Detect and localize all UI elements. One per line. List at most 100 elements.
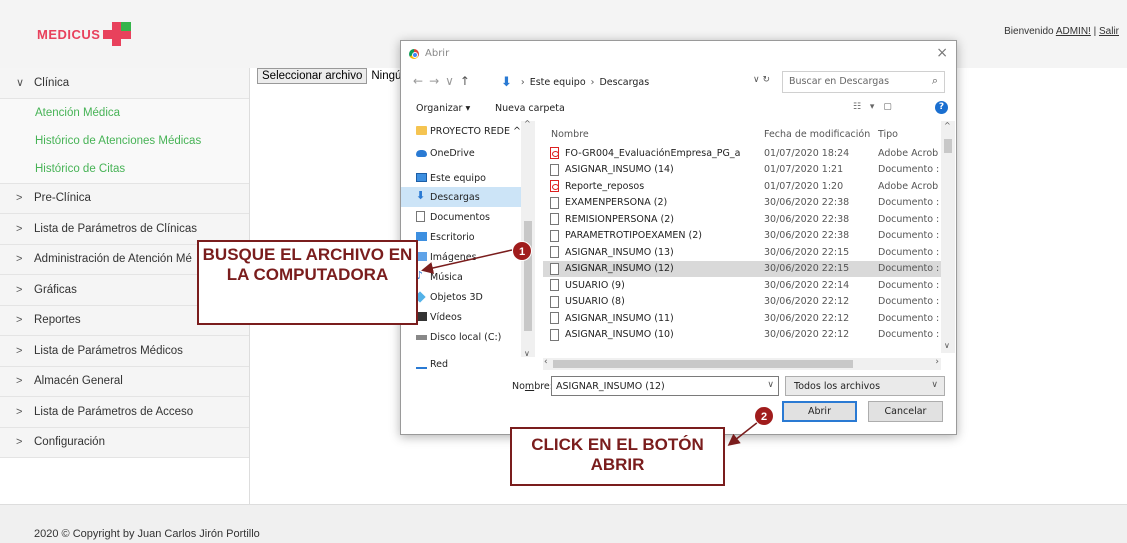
nav-item-label: Vídeos bbox=[430, 311, 462, 323]
filename-input[interactable]: ASIGNAR_INSUMO (12) ∨ bbox=[551, 376, 779, 396]
user-link[interactable]: ADMIN! bbox=[1056, 26, 1091, 37]
scroll-up-icon[interactable]: ^ bbox=[524, 119, 531, 128]
scroll-thumb[interactable] bbox=[524, 221, 532, 331]
sidebar-item-label: Gráficas bbox=[34, 283, 77, 296]
file-type: Documento : bbox=[878, 213, 940, 225]
file-row[interactable]: ASIGNAR_INSUMO (10) 30/06/2020 22:12 Docum… bbox=[543, 327, 943, 344]
forward-arrow-icon[interactable]: → bbox=[429, 74, 445, 88]
file-row[interactable]: USUARIO (8) 30/06/2020 22:12 Documento : bbox=[543, 294, 943, 311]
file-row[interactable]: ASIGNAR_INSUMO (13) 30/06/2020 22:15 Docum… bbox=[543, 244, 943, 261]
scroll-left-icon[interactable]: ‹ bbox=[544, 357, 548, 367]
file-row[interactable]: REMISIONPERSONA (2) 30/06/2020 22:38 Docum… bbox=[543, 211, 943, 228]
sidebar-item-parametros-medicos[interactable]: > Lista de Parámetros Médicos bbox=[0, 336, 249, 367]
sidebar-item-label: Administración de Atención Mé bbox=[34, 253, 192, 266]
nav-item-objetos-3d[interactable]: Objetos 3D bbox=[401, 287, 521, 307]
search-input[interactable]: Buscar en Descargas ⌕ bbox=[782, 71, 945, 93]
submenu-item-atencion-medica[interactable]: Atención Médica bbox=[0, 99, 249, 127]
document-file-icon bbox=[550, 295, 559, 308]
nav-scrollbar[interactable]: ^ ∨ bbox=[521, 119, 535, 358]
breadcrumb-descargas[interactable]: Descargas bbox=[599, 77, 649, 88]
callout-click-open: CLICK EN EL BOTÓN ABRIR bbox=[510, 427, 725, 486]
nav-item-musica[interactable]: ♪ Música bbox=[401, 267, 521, 287]
file-type: Documento : bbox=[878, 329, 940, 341]
nav-arrows: ←→∨↑ bbox=[413, 74, 476, 88]
sidebar-item-parametros-acceso[interactable]: > Lista de Parámetros de Acceso bbox=[0, 397, 249, 428]
new-folder-button[interactable]: Nueva carpeta bbox=[495, 103, 565, 114]
network-icon bbox=[416, 367, 427, 369]
nav-item-escritorio[interactable]: Escritorio bbox=[401, 227, 521, 247]
nav-item-label: Escritorio bbox=[430, 231, 475, 243]
file-date: 01/07/2020 1:21 bbox=[764, 164, 844, 176]
address-bar[interactable]: ⬇ › Este equipo › Descargas bbox=[501, 71, 775, 93]
choose-file-button[interactable]: Seleccionar archivo bbox=[257, 68, 368, 84]
recent-chevron-icon[interactable]: ∨ bbox=[445, 74, 460, 88]
file-date: 30/06/2020 22:12 bbox=[764, 296, 850, 308]
scroll-thumb[interactable] bbox=[944, 139, 952, 153]
column-fecha[interactable]: Fecha de modificación bbox=[764, 129, 870, 140]
nav-item-label: Red bbox=[430, 359, 449, 369]
file-row[interactable]: Reporte_reposos 01/07/2020 1:20 Adobe Acro… bbox=[543, 178, 943, 195]
file-row[interactable]: PARAMETROTIPOEXAMEN (2) 30/06/2020 22:38 D… bbox=[543, 228, 943, 245]
nav-item-documentos[interactable]: Documentos bbox=[401, 207, 521, 227]
file-list-hscrollbar[interactable]: ‹ › bbox=[543, 357, 941, 370]
logout-link[interactable]: Salir bbox=[1099, 26, 1119, 37]
footer: 2020 © Copyright by Juan Carlos Jirón Po… bbox=[0, 504, 1127, 543]
view-options-icon[interactable]: ☷ ▾ ▢ bbox=[853, 102, 895, 112]
file-list-header: Nombre Fecha de modificación Tipo bbox=[543, 125, 955, 143]
sidebar-item-configuracion[interactable]: > Configuración bbox=[0, 427, 249, 458]
sidebar-item-almacen-general[interactable]: > Almacén General bbox=[0, 366, 249, 397]
sidebar-item-label: Almacén General bbox=[34, 375, 123, 388]
scroll-right-icon[interactable]: › bbox=[935, 357, 939, 367]
nav-item-este-equipo[interactable]: Este equipo bbox=[401, 168, 521, 188]
medicus-logo[interactable]: MEDICUS bbox=[37, 22, 133, 46]
file-row[interactable]: EXAMENPERSONA (2) 30/06/2020 22:38 Documen… bbox=[543, 195, 943, 212]
nav-item-onedrive[interactable]: OneDrive bbox=[401, 143, 521, 163]
file-type-select[interactable]: Todos los archivos ∨ bbox=[785, 376, 945, 396]
document-file-icon bbox=[550, 196, 559, 209]
organize-menu[interactable]: Organizar ▾ bbox=[416, 103, 470, 114]
file-type-value: Todos los archivos bbox=[794, 381, 881, 392]
breadcrumb-este-equipo[interactable]: Este equipo bbox=[530, 77, 586, 88]
file-row[interactable]: FO-GR004_EvaluaciónEmpresa_PG_a 01/07/202… bbox=[543, 145, 943, 162]
nav-item-proyecto[interactable]: PROYECTO REDE ^ bbox=[401, 121, 521, 141]
sidebar-item-label: Reportes bbox=[34, 314, 81, 327]
welcome-separator: | bbox=[1090, 26, 1099, 37]
sidebar-item-label: Configuración bbox=[34, 436, 105, 449]
file-type: Documento : bbox=[878, 197, 940, 209]
file-row[interactable]: ASIGNAR_INSUMO (12) 30/06/2020 22:15 Docum… bbox=[543, 260, 943, 277]
scroll-down-icon[interactable]: ∨ bbox=[944, 341, 950, 350]
welcome-prefix: Bienvenido bbox=[1004, 26, 1056, 37]
submenu-item-historico-citas[interactable]: Histórico de Citas bbox=[0, 155, 249, 183]
file-name: FO-GR004_EvaluaciónEmpresa_PG_a bbox=[565, 147, 741, 159]
nav-item-descargas[interactable]: ⬇ Descargas bbox=[401, 187, 521, 207]
open-button[interactable]: Abrir bbox=[782, 401, 857, 422]
file-name: PARAMETROTIPOEXAMEN (2) bbox=[565, 230, 703, 242]
nav-item-red[interactable]: Red bbox=[401, 359, 521, 369]
up-arrow-icon[interactable]: ↑ bbox=[460, 74, 476, 88]
back-arrow-icon[interactable]: ← bbox=[413, 74, 429, 88]
scroll-up-icon[interactable]: ^ bbox=[944, 121, 951, 130]
column-tipo[interactable]: Tipo bbox=[878, 129, 898, 140]
submenu-item-historico-atenciones[interactable]: Histórico de Atenciones Médicas bbox=[0, 127, 249, 155]
sidebar-item-pre-clinica[interactable]: > Pre-Clínica bbox=[0, 183, 249, 214]
open-file-dialog: Abrir × ←→∨↑ ⬇ › Este equipo › Descargas… bbox=[400, 40, 957, 435]
column-nombre[interactable]: Nombre bbox=[551, 129, 589, 140]
nav-item-disco-local[interactable]: Disco local (C:) bbox=[401, 327, 521, 347]
help-icon[interactable]: ? bbox=[935, 101, 948, 114]
refresh-icon[interactable]: ∨ ↻ bbox=[753, 75, 770, 85]
file-type: Documento : bbox=[878, 246, 940, 258]
close-icon[interactable]: × bbox=[936, 45, 948, 61]
cancel-button[interactable]: Cancelar bbox=[868, 401, 943, 422]
nav-item-videos[interactable]: Vídeos bbox=[401, 307, 521, 327]
scroll-down-icon[interactable]: ∨ bbox=[524, 349, 530, 358]
scroll-thumb[interactable] bbox=[553, 360, 853, 368]
chevron-down-icon[interactable]: ∨ bbox=[767, 380, 774, 390]
nav-item-imagenes[interactable]: Imágenes bbox=[401, 247, 521, 267]
file-row[interactable]: ASIGNAR_INSUMO (11) 30/06/2020 22:12 Docum… bbox=[543, 310, 943, 327]
sidebar-item-clinica[interactable]: ∨ Clínica bbox=[0, 68, 249, 99]
folder-icon bbox=[416, 126, 427, 135]
file-row[interactable]: ASIGNAR_INSUMO (14) 01/07/2020 1:21 Docume… bbox=[543, 162, 943, 179]
file-list-vscrollbar[interactable]: ^ ∨ bbox=[941, 121, 955, 353]
file-row[interactable]: USUARIO (9) 30/06/2020 22:14 Documento : bbox=[543, 277, 943, 294]
chevron-right-icon: > bbox=[16, 436, 23, 449]
